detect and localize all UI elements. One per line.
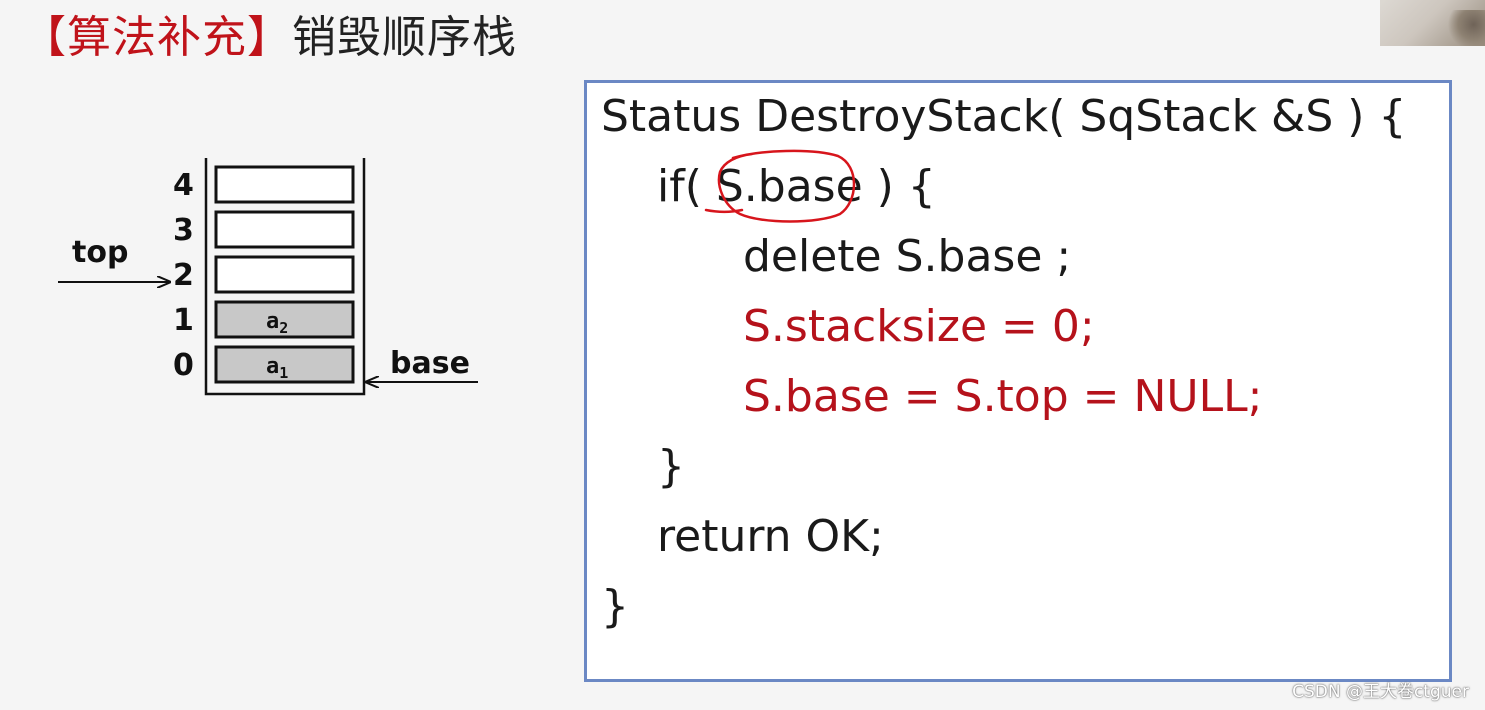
index-label-0: 0 <box>173 348 194 383</box>
watermark: CSDN @王大卷ctguer <box>1292 682 1469 702</box>
code-line-return: return OK; <box>657 511 884 562</box>
stack-cell-3 <box>214 210 355 249</box>
code-line-function-signature: Status DestroyStack( SqStack &S ) { <box>601 91 1407 142</box>
index-label-4: 4 <box>173 168 194 203</box>
stack-cell-2 <box>214 255 355 294</box>
code-line-null-pointers: S.base = S.top = NULL; <box>743 371 1263 422</box>
stack-diagram: 4 3 2 1 0 a2 a1 top base <box>0 0 560 420</box>
index-label-2: 2 <box>173 258 194 293</box>
code-line-delete-base: delete S.base ; <box>743 231 1072 282</box>
index-label-3: 3 <box>173 213 194 248</box>
base-pointer-label: base <box>390 346 470 381</box>
code-block: Status DestroyStack( SqStack &S ) { if( … <box>584 80 1452 682</box>
cell-value-a2: a2 <box>266 309 289 337</box>
cell-value-a1: a1 <box>266 354 289 382</box>
code-line-reset-stacksize: S.stacksize = 0; <box>743 301 1095 352</box>
presenter-webcam-thumbnail <box>1380 0 1485 46</box>
stack-cell-4 <box>214 165 355 204</box>
index-label-1: 1 <box>173 303 194 338</box>
top-pointer-label: top <box>72 235 129 270</box>
code-line-close-if: } <box>657 441 685 492</box>
code-line-close-function: } <box>601 581 629 632</box>
code-line-if-condition: if( S.base ) { <box>657 161 936 212</box>
